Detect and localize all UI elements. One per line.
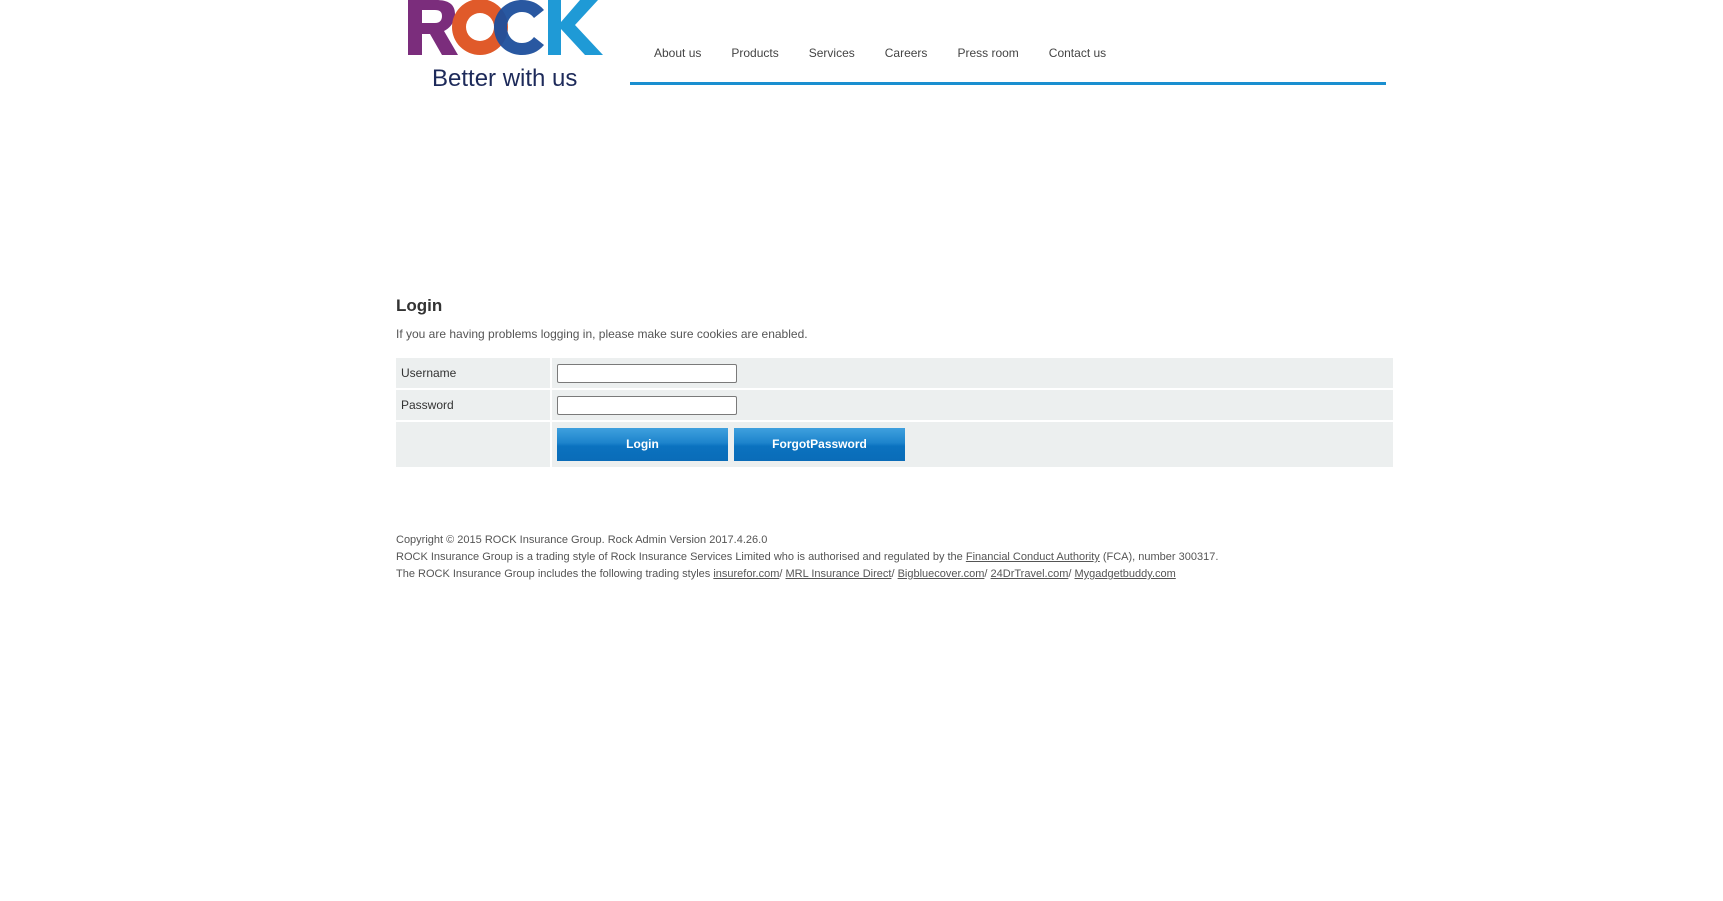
footer-regulation-suffix: (FCA), number 300317.	[1099, 551, 1219, 563]
password-row: Password	[396, 389, 1393, 422]
link-mygadgetbuddy[interactable]: Mygadgetbuddy.com	[1075, 568, 1176, 580]
rock-logo[interactable]: Better with us	[408, 0, 604, 92]
nav-item-press-room[interactable]: Press room	[957, 46, 1018, 60]
username-label: Username	[396, 358, 552, 390]
nav-item-services[interactable]: Services	[809, 46, 855, 60]
password-label: Password	[396, 389, 552, 422]
login-hint: If you are having problems logging in, p…	[396, 327, 808, 341]
logo-letter-r	[408, 0, 458, 55]
link-mrl-insurance-direct[interactable]: MRL Insurance Direct	[785, 568, 891, 580]
link-insurefor[interactable]: insurefor.com	[713, 568, 779, 580]
password-cell	[551, 389, 1393, 422]
password-input[interactable]	[557, 395, 737, 415]
username-cell	[551, 358, 1393, 390]
login-title: Login	[396, 296, 443, 315]
login-button[interactable]: Login	[557, 428, 728, 461]
buttons-row: Login ForgotPassword	[396, 421, 1393, 469]
link-24drtravel[interactable]: 24DrTravel.com	[991, 568, 1069, 580]
link-bigbluecover[interactable]: Bigbluecover.com	[898, 568, 985, 580]
nav-item-products[interactable]: Products	[731, 46, 778, 60]
nav-list: About us Products Services Careers Press…	[654, 46, 1136, 60]
footer-copyright: Copyright © 2015 ROCK Insurance Group. R…	[396, 534, 768, 546]
fca-link[interactable]: Financial Conduct Authority	[966, 551, 1100, 563]
username-input[interactable]	[557, 363, 737, 383]
forgot-password-button[interactable]: ForgotPassword	[734, 428, 905, 461]
buttons-label-cell	[396, 421, 552, 469]
buttons-cell: Login ForgotPassword	[551, 421, 1393, 469]
footer-regulation: ROCK Insurance Group is a trading style …	[396, 549, 1218, 566]
logo-tagline: Better with us	[432, 65, 577, 92]
logo-letter-c	[494, 0, 544, 55]
footer-trading-styles: The ROCK Insurance Group includes the fo…	[396, 566, 1218, 583]
page: Better with us About us Products Service…	[0, 0, 1723, 901]
footer-trading-prefix: The ROCK Insurance Group includes the fo…	[396, 568, 714, 580]
login-form: Username Password Login ForgotPassword	[396, 358, 1393, 469]
footer-regulation-prefix: ROCK Insurance Group is a trading style …	[396, 551, 966, 563]
nav-item-contact-us[interactable]: Contact us	[1049, 46, 1106, 60]
nav-item-about-us[interactable]: About us	[654, 46, 701, 60]
nav-item-careers[interactable]: Careers	[885, 46, 928, 60]
logo-letter-k	[548, 0, 603, 55]
username-row: Username	[396, 358, 1393, 390]
footer: Copyright © 2015 ROCK Insurance Group. R…	[396, 532, 1218, 583]
main-nav: About us Products Services Careers Press…	[630, 0, 1386, 85]
